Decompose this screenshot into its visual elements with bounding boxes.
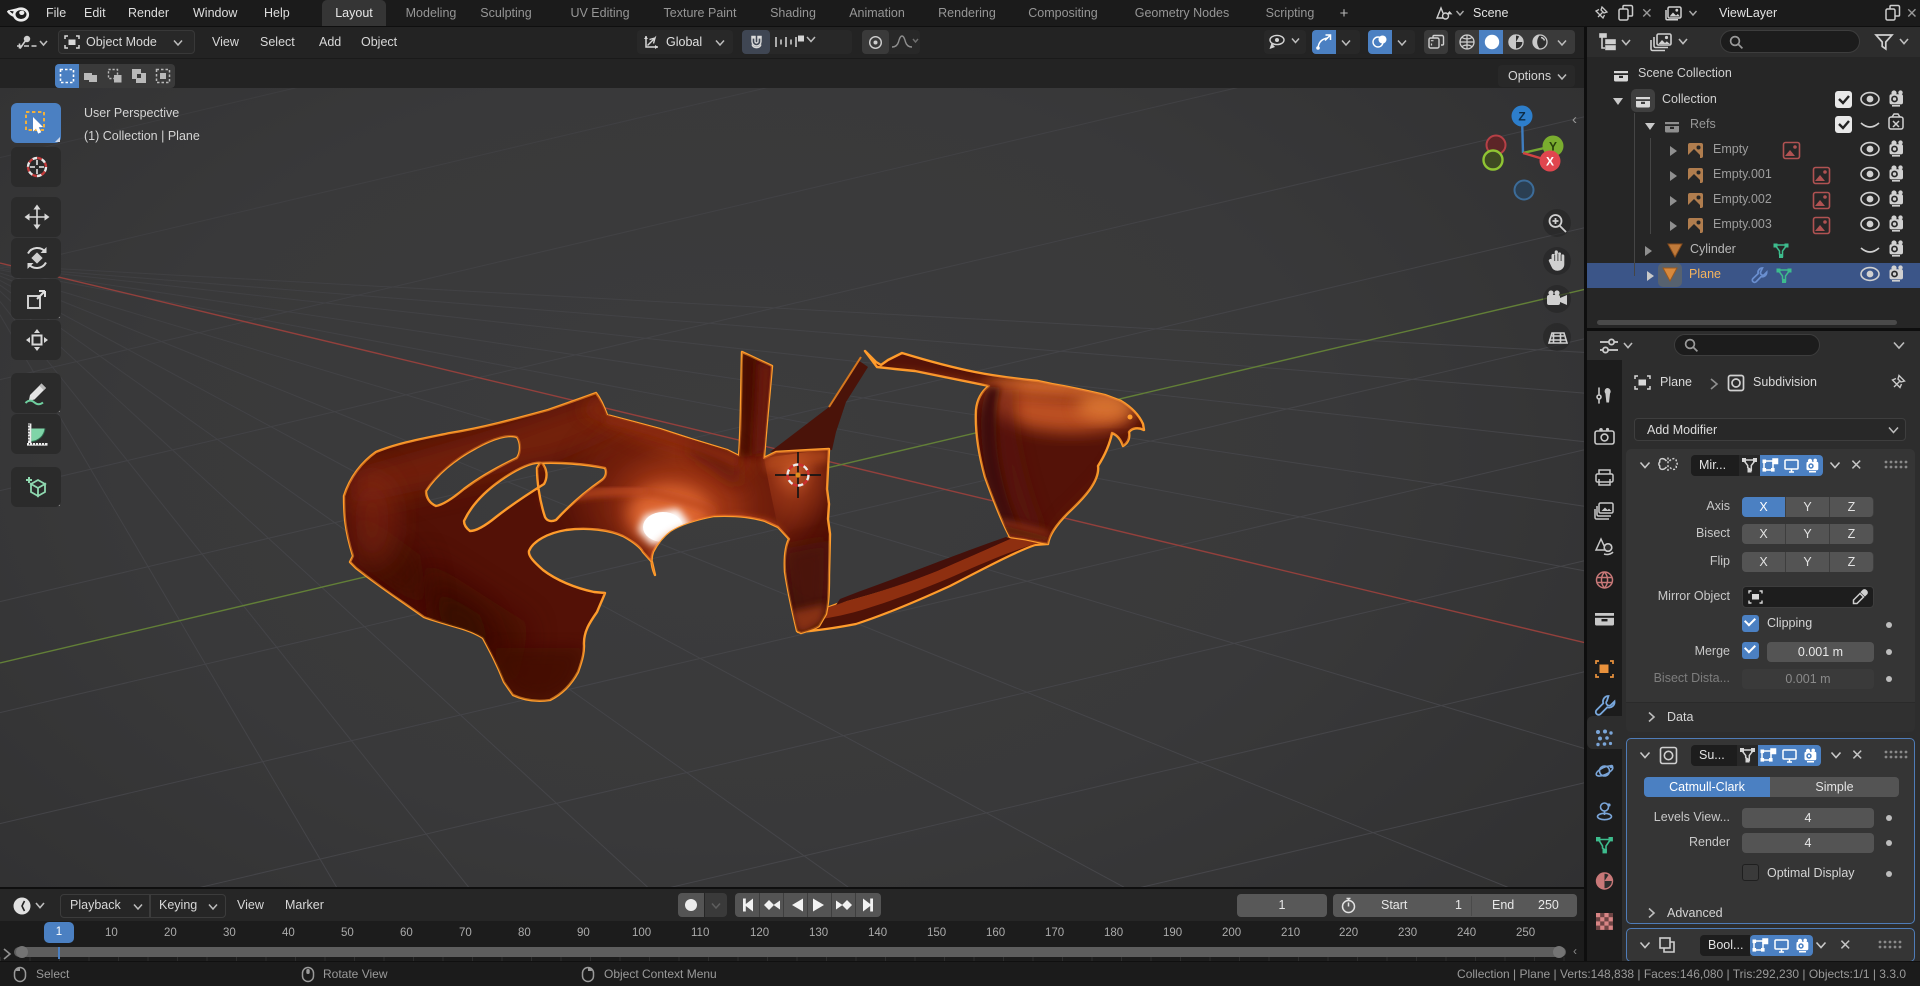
svg-text:Z: Z	[1518, 110, 1525, 124]
svg-text:X: X	[1546, 155, 1554, 169]
